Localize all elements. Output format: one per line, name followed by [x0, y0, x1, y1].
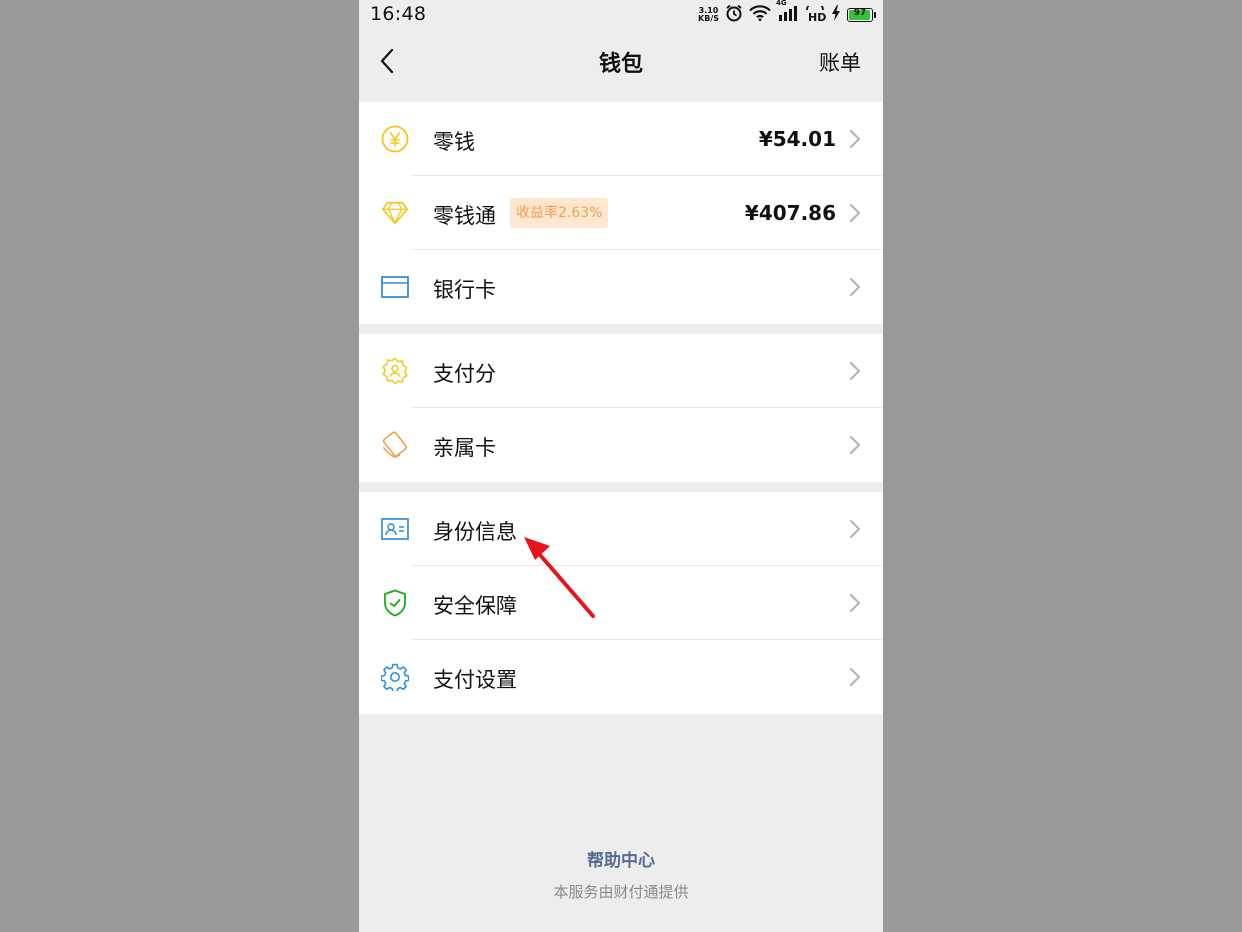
pay-score-icon — [381, 357, 409, 385]
family-card-icon — [381, 431, 409, 459]
alarm-icon — [725, 4, 743, 26]
diamond-icon — [381, 199, 409, 227]
cellular-signal-icon: 4G — [776, 0, 799, 25]
chevron-right-icon — [850, 204, 860, 222]
wallet-group-services: 支付分 亲属卡 — [359, 334, 883, 482]
menu-item-label: 支付设置 — [433, 668, 517, 692]
menu-item-pay-score[interactable]: 支付分 — [359, 334, 883, 408]
balance-value: ¥407.86 — [744, 201, 836, 225]
provider-note: 本服务由财付通提供 — [553, 883, 689, 901]
chevron-right-icon — [850, 520, 860, 538]
menu-item-pay-settings[interactable]: 支付设置 — [359, 640, 883, 714]
hd-voice-icon: HD — [805, 6, 826, 24]
bill-button[interactable]: 账单 — [819, 47, 861, 77]
wallet-group-settings: 身份信息 安全保障 支付设置 — [359, 492, 883, 714]
menu-item-label: 零钱 — [433, 130, 475, 154]
menu-item-identity-info[interactable]: 身份信息 — [359, 492, 883, 566]
annotation-arrow-icon — [524, 537, 595, 618]
id-card-icon — [381, 515, 409, 543]
chevron-right-icon — [850, 436, 860, 454]
menu-item-label: 支付分 — [433, 362, 496, 386]
battery-level: 97 — [853, 8, 867, 18]
chevron-right-icon — [850, 130, 860, 148]
menu-item-change[interactable]: 零钱 ¥54.01 — [359, 102, 883, 176]
status-time: 16:48 — [370, 3, 427, 25]
menu-item-security[interactable]: 安全保障 — [359, 566, 883, 640]
status-bar: 16:48 3.10 KB/S 4G HD 97 — [359, 0, 883, 30]
chevron-right-icon — [850, 594, 860, 612]
menu-item-label: 身份信息 — [433, 520, 517, 544]
yield-rate-badge: 收益率2.63% — [510, 198, 609, 228]
wallet-group-balance: 零钱 ¥54.01 零钱通 收益率2.63% ¥407.86 银行卡 — [359, 102, 883, 324]
bank-card-icon — [381, 273, 409, 301]
menu-item-bank-card[interactable]: 银行卡 — [359, 250, 883, 324]
menu-item-label: 安全保障 — [433, 594, 517, 618]
menu-item-label: 零钱通 — [433, 204, 496, 228]
net-speed: 3.10 KB/S — [698, 6, 719, 23]
chevron-right-icon — [850, 362, 860, 380]
menu-item-lingqiantong[interactable]: 零钱通 收益率2.63% ¥407.86 — [359, 176, 883, 250]
menu-item-family-card[interactable]: 亲属卡 — [359, 408, 883, 482]
charging-icon — [831, 5, 841, 25]
help-center-link[interactable]: 帮助中心 — [359, 846, 883, 871]
menu-item-label: 亲属卡 — [433, 436, 496, 460]
shield-icon — [381, 589, 409, 617]
status-icons: 3.10 KB/S 4G HD 97 — [698, 0, 876, 26]
nav-bar: 钱包 账单 — [359, 30, 883, 92]
chevron-right-icon — [850, 278, 860, 296]
balance-value: ¥54.01 — [758, 127, 836, 151]
battery-icon: 97 — [847, 8, 876, 22]
gear-icon — [381, 663, 409, 691]
page-title: 钱包 — [598, 52, 643, 77]
wallet-screen: 16:48 3.10 KB/S 4G HD 97 钱包 账单 零钱 ¥54.01… — [359, 0, 883, 932]
coin-yen-icon — [381, 125, 409, 153]
menu-item-label: 银行卡 — [433, 278, 496, 302]
chevron-right-icon — [850, 668, 860, 686]
wifi-icon — [749, 5, 771, 25]
